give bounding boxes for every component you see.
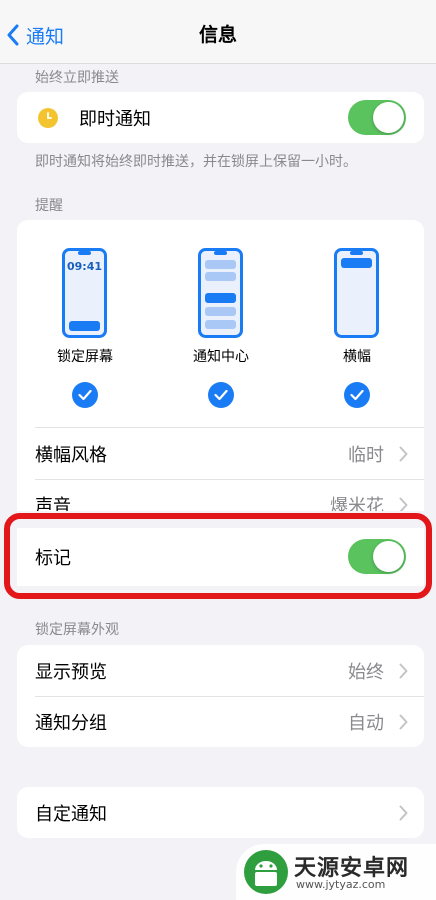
clock-icon	[38, 108, 58, 128]
alerts-card: 09:41 锁定屏幕 通知中心 横幅 横幅风格 临时 声音 爆米花	[17, 220, 424, 528]
show-previews-row[interactable]: 显示预览 始终	[17, 645, 424, 696]
phone-time: 09:41	[66, 260, 102, 273]
phone-banner-icon	[334, 248, 379, 338]
notification-center-check[interactable]	[208, 382, 234, 408]
banner-style-row[interactable]: 横幅风格 临时	[17, 428, 424, 479]
toggle-knob	[373, 102, 404, 133]
android-logo-icon	[244, 850, 288, 894]
checkmark-icon	[350, 389, 364, 401]
banner-style-label: 横幅风格	[35, 444, 107, 466]
banner-style-value: 临时	[348, 444, 384, 466]
notification-center-label: 通知中心	[193, 349, 249, 365]
lock-screen-card: 显示预览 始终 通知分组 自动	[17, 645, 424, 747]
lock-screen-option[interactable]: 09:41	[62, 248, 107, 342]
time-sensitive-toggle[interactable]	[348, 100, 406, 135]
show-previews-label: 显示预览	[35, 661, 107, 683]
custom-notifications-label: 自定通知	[35, 803, 107, 825]
lock-screen-label: 锁定屏幕	[57, 349, 113, 365]
section-header-always: 始终立即推送	[35, 70, 119, 86]
checkmark-icon	[78, 389, 92, 401]
always-immediate-card: 即时通知	[17, 92, 424, 143]
banner-check[interactable]	[344, 382, 370, 408]
time-sensitive-row: 即时通知	[17, 92, 424, 143]
section-header-alerts: 提醒	[35, 198, 63, 214]
time-sensitive-footnote: 即时通知将始终即时推送，并在锁屏上保留一小时。	[35, 154, 357, 170]
grouping-value: 自动	[348, 712, 384, 734]
time-sensitive-label: 即时通知	[79, 108, 151, 130]
phone-notification-center-icon	[198, 248, 243, 338]
highlight-annotation	[4, 513, 432, 599]
lock-screen-check[interactable]	[72, 382, 98, 408]
notification-center-option[interactable]	[198, 248, 243, 342]
chevron-right-icon	[399, 663, 408, 678]
custom-notifications-row[interactable]: 自定通知	[17, 787, 424, 838]
page-title: 信息	[198, 24, 237, 46]
custom-card: 自定通知	[17, 787, 424, 838]
watermark-url: www.jytyaz.com	[296, 878, 386, 891]
banner-label: 横幅	[343, 349, 371, 365]
chevron-right-icon	[399, 446, 408, 461]
chevron-right-icon	[399, 805, 408, 820]
section-header-lock-screen: 锁定屏幕外观	[35, 622, 119, 638]
grouping-row[interactable]: 通知分组 自动	[17, 696, 424, 747]
checkmark-icon	[214, 389, 228, 401]
show-previews-value: 始终	[348, 661, 384, 683]
banner-option[interactable]	[334, 248, 379, 342]
watermark: 天源安卓网 www.jytyaz.com	[236, 844, 436, 900]
nav-bar: 通知 信息	[0, 0, 436, 64]
chevron-right-icon	[399, 714, 408, 729]
grouping-label: 通知分组	[35, 712, 107, 734]
